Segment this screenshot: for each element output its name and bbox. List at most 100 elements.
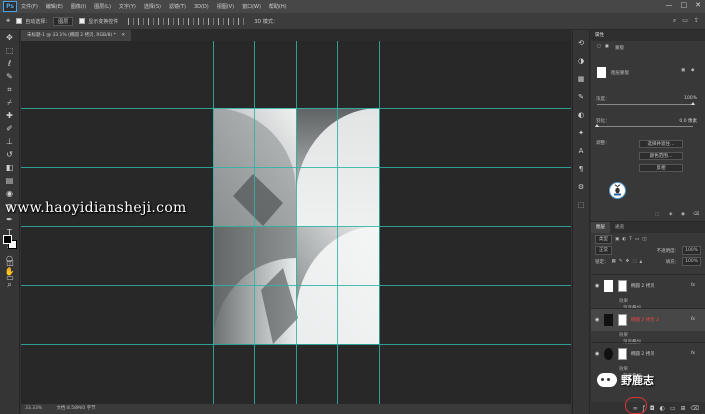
add-mask-button-icon[interactable]: ◘ bbox=[650, 405, 655, 412]
zoom-level[interactable]: 33.33% bbox=[25, 404, 51, 414]
menu-file[interactable]: 文件(F) bbox=[21, 3, 38, 10]
color-panel-icon[interactable]: ◑ bbox=[577, 57, 586, 66]
mask-select-icon[interactable]: ⬚ bbox=[655, 212, 659, 217]
filter-adjust-icon[interactable]: ◐ bbox=[622, 237, 626, 242]
filter-pixel-icon[interactable]: ▣ bbox=[615, 237, 619, 242]
add-vector-mask-icon[interactable]: ◆ bbox=[691, 68, 694, 73]
color-swatches[interactable] bbox=[3, 235, 17, 249]
lock-position-icon[interactable]: ✥ bbox=[626, 259, 630, 264]
new-adjustment-icon[interactable]: ◐ bbox=[660, 405, 665, 412]
show-transform-checkbox[interactable] bbox=[79, 18, 86, 24]
menu-window[interactable]: 窗口(W) bbox=[242, 3, 261, 10]
foreground-color-swatch[interactable] bbox=[3, 235, 12, 244]
search-icon[interactable]: ⌕ bbox=[673, 17, 676, 25]
filter-type-icon[interactable]: T bbox=[629, 237, 632, 242]
menu-layer[interactable]: 图层(L) bbox=[94, 3, 111, 10]
document-tab[interactable]: 未标题-1 @ 33.1% (椭圆 2 拷贝, RGB/8) * ✕ bbox=[21, 30, 132, 41]
pen-tool-icon[interactable]: ✒ bbox=[5, 215, 15, 225]
lasso-tool-icon[interactable]: ℓ bbox=[5, 59, 15, 69]
align-hcenter-icon[interactable] bbox=[138, 17, 145, 25]
visibility-eye-icon[interactable]: ◉ bbox=[595, 317, 599, 323]
opacity-field[interactable]: 100% bbox=[682, 246, 701, 255]
mask-visibility-icon[interactable]: ◉ bbox=[681, 212, 685, 217]
close-window-button[interactable]: ✕ bbox=[695, 1, 701, 9]
layer-fx-badge[interactable]: fx bbox=[691, 283, 695, 288]
distribute-top-icon[interactable] bbox=[218, 17, 225, 25]
healing-tool-icon[interactable]: ✚ bbox=[5, 111, 15, 121]
minimize-button[interactable]: — bbox=[666, 1, 673, 9]
quick-mask-icon[interactable]: ◫ bbox=[5, 258, 15, 268]
blend-mode-dropdown[interactable]: 正常 bbox=[595, 246, 612, 255]
distribute-left-icon[interactable] bbox=[188, 17, 195, 25]
feather-slider[interactable] bbox=[595, 124, 693, 127]
mask-apply-icon[interactable]: ◈ bbox=[669, 212, 672, 217]
move-tool-indicator[interactable]: ✥ bbox=[6, 18, 10, 24]
eyedropper-tool-icon[interactable]: ⌿ bbox=[5, 98, 15, 108]
move-tool-icon[interactable]: ✥ bbox=[5, 33, 15, 43]
auto-select-checkbox[interactable] bbox=[16, 18, 23, 24]
menu-select[interactable]: 选择(S) bbox=[144, 3, 161, 10]
menu-type[interactable]: 文字(Y) bbox=[119, 3, 136, 10]
paragraph-panel-icon[interactable]: ¶ bbox=[577, 165, 586, 174]
fill-field[interactable]: 100% bbox=[682, 257, 701, 266]
libraries-panel-icon[interactable]: ⬚ bbox=[577, 201, 586, 210]
blur-tool-icon[interactable]: ◉ bbox=[5, 189, 15, 199]
invert-button[interactable]: 反相 bbox=[639, 164, 683, 172]
history-panel-icon[interactable]: ⟲ bbox=[577, 39, 586, 48]
menu-help[interactable]: 帮助(H) bbox=[269, 3, 287, 10]
swatches-panel-icon[interactable]: ▦ bbox=[577, 75, 586, 84]
visibility-eye-icon[interactable]: ◉ bbox=[595, 283, 599, 289]
menu-image[interactable]: 图像(I) bbox=[71, 3, 86, 10]
stamp-tool-icon[interactable]: ⊥ bbox=[5, 137, 15, 147]
tab-layers[interactable]: 图层 bbox=[591, 222, 610, 233]
distribute-bottom-icon[interactable] bbox=[238, 17, 245, 25]
maximize-button[interactable]: □ bbox=[681, 1, 688, 9]
mask-delete-icon[interactable]: ⌫ bbox=[693, 212, 699, 217]
distribute-center-icon[interactable] bbox=[198, 17, 205, 25]
filter-smart-icon[interactable]: ◫ bbox=[642, 237, 646, 242]
lock-paint-icon[interactable]: ✎ bbox=[619, 259, 623, 264]
align-bottom-icon[interactable] bbox=[178, 17, 185, 25]
select-and-mask-button[interactable]: 选择并遮住… bbox=[639, 140, 683, 148]
density-slider-knob[interactable] bbox=[691, 102, 695, 105]
layer-name[interactable]: 椭圆 2 拷贝 2 bbox=[631, 317, 659, 323]
feather-value[interactable]: 0.0 像素 bbox=[679, 118, 697, 124]
eraser-tool-icon[interactable]: ◧ bbox=[5, 163, 15, 173]
color-range-button[interactable]: 颜色范围… bbox=[639, 152, 683, 160]
layer-row[interactable]: ◉ 椭圆 2 拷贝 fx bbox=[591, 274, 705, 297]
marquee-tool-icon[interactable]: ⬚ bbox=[5, 46, 15, 56]
density-value[interactable]: 100% bbox=[684, 96, 697, 101]
gradient-tool-icon[interactable]: ▤ bbox=[5, 176, 15, 186]
layer-fx-badge[interactable]: fx bbox=[691, 317, 695, 322]
workspace-icon[interactable]: ▭ bbox=[682, 17, 688, 25]
density-slider[interactable] bbox=[597, 102, 695, 105]
layer-kind-filter[interactable]: 类型 bbox=[595, 235, 612, 244]
brush-panel-icon[interactable]: ✎ bbox=[577, 93, 586, 102]
lock-artboard-icon[interactable]: ⬚ bbox=[632, 259, 636, 264]
align-right-icon[interactable] bbox=[148, 17, 155, 25]
menu-view[interactable]: 视图(V) bbox=[217, 3, 234, 10]
auto-select-dropdown[interactable]: 图层 bbox=[53, 16, 74, 26]
layer-fx-badge[interactable]: fx bbox=[691, 351, 695, 356]
feather-slider-knob[interactable] bbox=[595, 124, 599, 127]
crop-tool-icon[interactable]: ⌗ bbox=[5, 85, 15, 95]
new-group-icon[interactable]: ▭ bbox=[670, 405, 676, 412]
styles-panel-icon[interactable]: ✦ bbox=[577, 129, 586, 138]
add-mask-icon[interactable]: ▣ bbox=[681, 68, 685, 73]
screen-mode-icon[interactable]: ▭ bbox=[5, 273, 15, 283]
layer-name[interactable]: 椭圆 2 拷贝 bbox=[631, 351, 655, 357]
align-vcenter-icon[interactable] bbox=[168, 17, 175, 25]
canvas-workspace[interactable] bbox=[21, 41, 571, 404]
close-tab-icon[interactable]: ✕ bbox=[121, 33, 125, 38]
history-brush-icon[interactable]: ↺ bbox=[5, 150, 15, 160]
menu-filter[interactable]: 滤镜(T) bbox=[169, 3, 186, 10]
new-layer-icon[interactable]: ⊞ bbox=[680, 405, 685, 412]
distribute-middle-icon[interactable] bbox=[228, 17, 235, 25]
layer-mask-thumbnail[interactable] bbox=[618, 348, 627, 360]
glyphs-panel-icon[interactable]: ⚙ bbox=[577, 183, 586, 192]
align-left-icon[interactable] bbox=[128, 17, 135, 25]
lock-pixels-icon[interactable]: ▦ bbox=[612, 259, 616, 264]
delete-layer-icon[interactable]: ⌫ bbox=[691, 405, 699, 412]
character-panel-icon[interactable]: A bbox=[577, 147, 586, 156]
align-top-icon[interactable] bbox=[158, 17, 165, 25]
